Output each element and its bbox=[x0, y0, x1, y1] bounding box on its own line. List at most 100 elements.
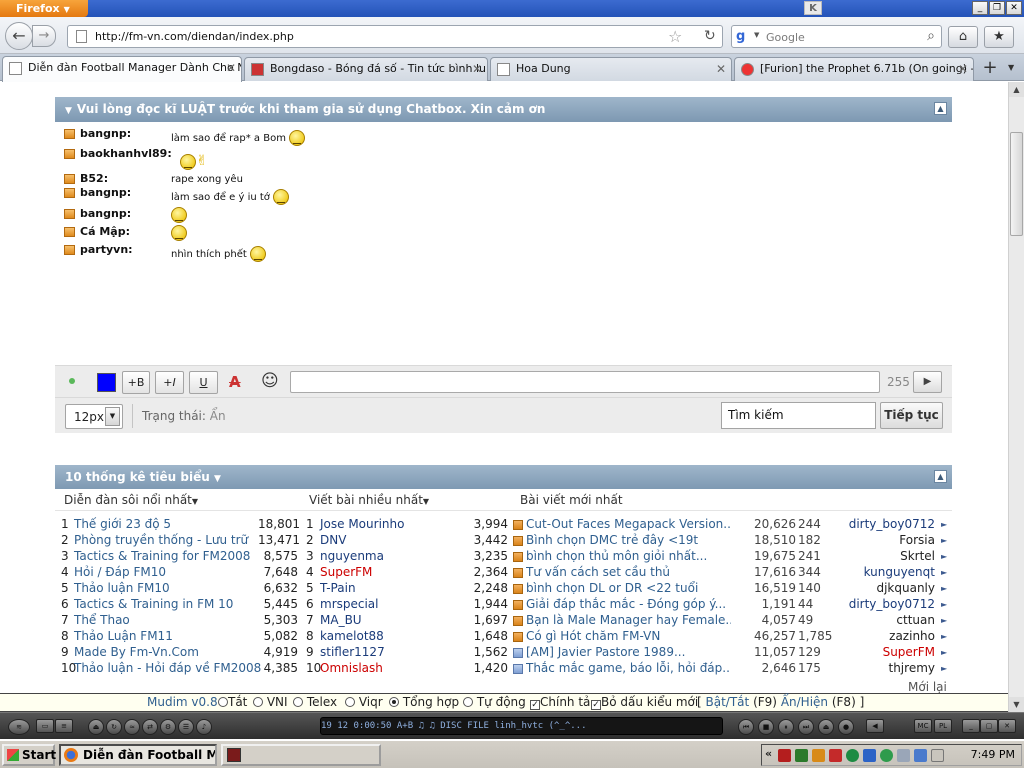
restore-button[interactable]: ❐ bbox=[989, 1, 1005, 15]
thread-link[interactable]: Thắc mắc game, báo lỗi, hỏi đáp... bbox=[526, 661, 731, 675]
firefox-menu-button[interactable]: Firefox ▼ bbox=[0, 0, 88, 17]
tab-bongdaso[interactable]: Bongdaso - Bóng đá số - Tin tức bình lu.… bbox=[244, 57, 488, 81]
new-tab-button[interactable]: + bbox=[977, 58, 1003, 80]
font-icon[interactable]: A bbox=[229, 373, 241, 391]
col-header-active-forums[interactable]: Diễn đàn sôi nổi nhất▼ bbox=[64, 493, 198, 507]
media-playlist-icon[interactable]: ☰ bbox=[178, 719, 194, 735]
forum-link[interactable]: Phòng truyền thống - Lưu trữ bbox=[74, 533, 248, 547]
media-min-button[interactable]: _ bbox=[962, 719, 980, 733]
media-options-icon[interactable]: ⚙ bbox=[160, 719, 176, 735]
media-stop-icon[interactable]: ■ bbox=[758, 719, 774, 735]
thread-link[interactable]: Bạn là Male Manager hay Female... bbox=[526, 613, 731, 627]
last-poster-link[interactable]: SuperFM bbox=[825, 645, 935, 659]
tray-app-icon[interactable] bbox=[846, 749, 859, 762]
poster-link[interactable]: mrspecial bbox=[320, 597, 379, 611]
chevron-down-icon[interactable]: ▼ bbox=[65, 106, 72, 116]
scroll-thumb[interactable] bbox=[1010, 132, 1023, 236]
last-poster-link[interactable]: djkquanly bbox=[825, 581, 935, 595]
forward-button[interactable]: → bbox=[32, 25, 56, 47]
media-pause-icon[interactable]: ⏸ bbox=[778, 719, 794, 735]
tab-diendan[interactable]: Diễn đàn Football Manager Dành Cho N... … bbox=[2, 56, 242, 82]
forum-link[interactable]: Thể Thao bbox=[74, 613, 130, 627]
last-poster-link[interactable]: thjremy bbox=[825, 661, 936, 675]
tab-furion[interactable]: [Furion] the Prophet 6.71b (On going) - … bbox=[734, 57, 974, 81]
media-close-button[interactable]: ✕ bbox=[998, 719, 1016, 733]
back-button[interactable]: ← bbox=[5, 22, 33, 50]
last-poster-link[interactable]: zazinho bbox=[825, 629, 935, 643]
mudim-toggle-link[interactable]: Bật/Tắt bbox=[706, 695, 750, 709]
italic-button[interactable]: +I bbox=[155, 371, 184, 394]
thread-link[interactable]: Tư vấn cách set cầu thủ bbox=[526, 565, 731, 579]
poster-link[interactable]: stifler1127 bbox=[320, 645, 385, 659]
go-to-post-icon[interactable]: ► bbox=[941, 648, 947, 657]
url-text[interactable]: http://fm-vn.com/diendan/index.php bbox=[95, 30, 294, 43]
poster-link[interactable]: T-Pain bbox=[320, 581, 356, 595]
chat-username[interactable]: baokhanhvl89: bbox=[80, 147, 172, 160]
taskbar-app-item[interactable] bbox=[221, 744, 381, 766]
tray-expand-icon[interactable]: « bbox=[765, 747, 772, 760]
media-logo-icon[interactable]: ≋ bbox=[8, 719, 30, 735]
last-poster-link[interactable]: Skrtel bbox=[825, 549, 935, 563]
mudim-combined-option[interactable]: Tổng hợp bbox=[389, 694, 459, 711]
addon-k-icon[interactable]: K bbox=[804, 1, 822, 15]
forum-link[interactable]: Tactics & Training for FM2008 bbox=[74, 549, 250, 563]
go-to-post-icon[interactable]: ► bbox=[941, 568, 947, 577]
collapse-icon[interactable]: ▲ bbox=[934, 470, 947, 483]
tray-app-icon[interactable] bbox=[863, 749, 876, 762]
poster-link[interactable]: Omnislash bbox=[320, 661, 383, 675]
collapse-icon[interactable]: ▲ bbox=[934, 102, 947, 115]
media-eq-icon[interactable]: ≈ bbox=[124, 719, 140, 735]
tray-shield-icon[interactable] bbox=[829, 749, 842, 762]
poster-link[interactable]: DNV bbox=[320, 533, 346, 547]
scroll-down-icon[interactable]: ▼ bbox=[1009, 697, 1024, 712]
search-placeholder[interactable]: Google bbox=[766, 31, 805, 44]
forum-link[interactable]: Made By Fm-Vn.Com bbox=[74, 645, 199, 659]
media-eject-icon[interactable]: ⏏ bbox=[88, 719, 104, 735]
font-size-select[interactable]: 12px ▼ bbox=[65, 404, 123, 429]
media-mini-button[interactable]: ▭ bbox=[36, 719, 54, 733]
start-button[interactable]: Start bbox=[2, 744, 56, 766]
media-list-button[interactable]: ≡ bbox=[55, 719, 73, 733]
close-icon[interactable]: ✕ bbox=[716, 58, 726, 80]
tab-list-icon[interactable]: ▼ bbox=[1008, 63, 1014, 72]
mudim-vni-option[interactable]: VNI bbox=[253, 694, 288, 711]
underline-button[interactable]: U bbox=[189, 371, 218, 394]
mudim-showhide-link[interactable]: Ẩn/Hiện bbox=[781, 695, 828, 709]
forum-link[interactable]: Thảo Luận FM11 bbox=[74, 629, 173, 643]
mudim-new-accent-check[interactable]: ✓Bỏ dấu kiểu mới bbox=[591, 694, 698, 711]
go-to-post-icon[interactable]: ► bbox=[941, 584, 947, 593]
close-icon[interactable]: ✕ bbox=[226, 57, 236, 79]
mudim-off-option[interactable]: Tắt bbox=[218, 694, 247, 711]
media-volume-slider[interactable]: ◀ bbox=[866, 719, 884, 733]
chat-username[interactable]: Cá Mập: bbox=[80, 225, 130, 238]
thread-link[interactable]: Có gì Hót chăm FM-VN bbox=[526, 629, 731, 643]
thread-link[interactable]: Bình chọn DMC trẻ đây <19t bbox=[526, 533, 731, 547]
go-to-post-icon[interactable]: ► bbox=[941, 664, 947, 673]
media-shuffle-icon[interactable]: ⇄ bbox=[142, 719, 158, 735]
go-to-post-icon[interactable]: ► bbox=[941, 600, 947, 609]
chevron-down-icon[interactable]: ▼ bbox=[214, 474, 221, 484]
google-icon[interactable]: g bbox=[736, 29, 752, 45]
close-icon[interactable]: ✕ bbox=[958, 58, 968, 80]
media-open-icon[interactable]: ⏏ bbox=[818, 719, 834, 735]
media-repeat-icon[interactable]: ↻ bbox=[106, 719, 122, 735]
thread-link[interactable]: Giải đáp thắc mắc - Đóng góp ý... bbox=[526, 597, 731, 611]
forum-link[interactable]: Thế giới 23 độ 5 bbox=[74, 517, 171, 531]
reload-icon[interactable]: ↻ bbox=[704, 28, 716, 44]
tray-app-icon[interactable] bbox=[897, 749, 910, 762]
close-window-button[interactable]: ✕ bbox=[1006, 1, 1022, 15]
chat-username[interactable]: bangnp: bbox=[80, 186, 131, 199]
thread-link[interactable]: bình chọn DL or DR <22 tuổi bbox=[526, 581, 731, 595]
tray-network-icon[interactable] bbox=[914, 749, 927, 762]
tray-app-icon[interactable] bbox=[812, 749, 825, 762]
poster-link[interactable]: MA_BU bbox=[320, 613, 362, 627]
bold-button[interactable]: +B bbox=[122, 371, 150, 394]
media-max-button[interactable]: ▢ bbox=[980, 719, 998, 733]
media-record-icon[interactable]: ● bbox=[838, 719, 854, 735]
go-to-post-icon[interactable]: ► bbox=[941, 536, 947, 545]
poster-link[interactable]: kamelot88 bbox=[320, 629, 384, 643]
continue-button[interactable]: Tiếp tục bbox=[880, 402, 943, 429]
tray-app-icon[interactable] bbox=[880, 749, 893, 762]
last-poster-link[interactable]: cttuan bbox=[825, 613, 935, 627]
vertical-scrollbar[interactable]: ▲ ▼ bbox=[1008, 82, 1024, 712]
